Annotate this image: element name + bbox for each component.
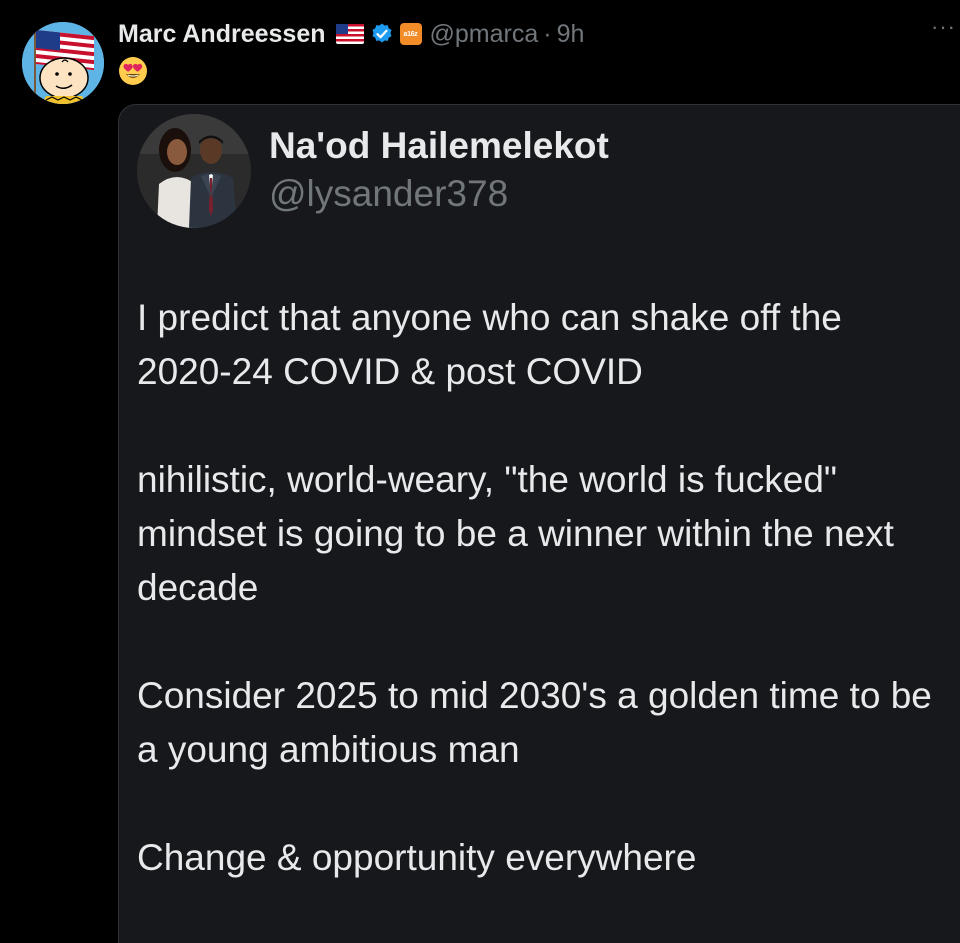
more-options-icon[interactable]: ··· <box>931 14 956 40</box>
tweet-header: Marc Andreessen a16z @pmarca · 9h <box>118 16 584 52</box>
charlie-brown-avatar-icon <box>22 22 104 104</box>
quoted-paragraph: Change & opportunity everywhere <box>137 837 697 878</box>
separator-dot: · <box>543 19 552 48</box>
quoted-author-avatar[interactable] <box>137 114 251 228</box>
quoted-paragraph: nihilistic, world-weary, "the world is f… <box>137 459 894 608</box>
tweet-timestamp[interactable]: 9h <box>557 20 585 49</box>
tweet[interactable]: Marc Andreessen a16z @pmarca · 9h ··· Na… <box>0 0 960 943</box>
quoted-author-display-name[interactable]: Na'od Hailemelekot <box>269 125 609 167</box>
verified-icon[interactable] <box>370 22 394 46</box>
author-avatar[interactable] <box>22 22 104 104</box>
author-handle[interactable]: @pmarca <box>430 20 539 49</box>
quoted-tweet-card[interactable]: Na'od Hailemelekot @lysander378 I predic… <box>118 104 960 943</box>
us-flag-icon <box>335 24 364 44</box>
couple-photo-icon <box>137 114 251 228</box>
affiliate-a16z-icon[interactable]: a16z <box>399 23 422 45</box>
quoted-paragraph: I predict that anyone who can shake off … <box>137 297 842 392</box>
author-display-name[interactable]: Marc Andreessen <box>118 20 326 49</box>
quoted-tweet-text: I predict that anyone who can shake off … <box>137 291 937 939</box>
quoted-author-handle[interactable]: @lysander378 <box>269 173 508 215</box>
heart-eyes-emoji-icon <box>118 56 148 86</box>
quoted-paragraph: Consider 2025 to mid 2030's a golden tim… <box>137 675 932 770</box>
